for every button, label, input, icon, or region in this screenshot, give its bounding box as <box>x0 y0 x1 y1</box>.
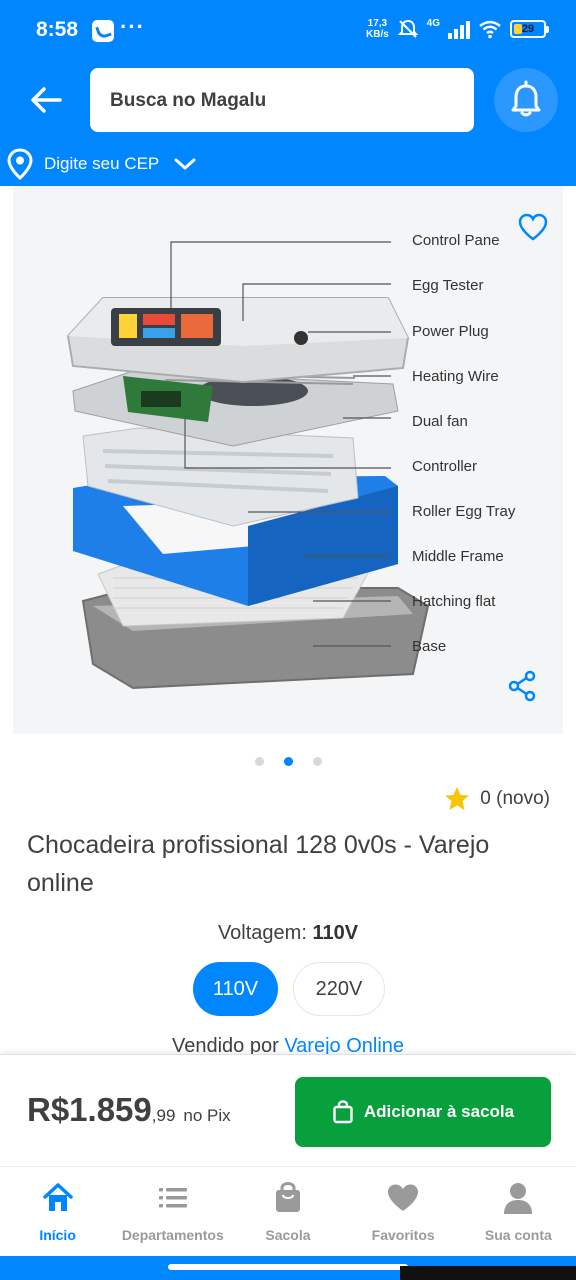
system-bar-overlay <box>400 1266 576 1280</box>
home-icon <box>42 1183 73 1211</box>
diagram-label: Control Pane <box>412 232 500 249</box>
menu-list-icon <box>158 1188 187 1208</box>
star-icon <box>445 787 470 810</box>
diagram-label: Middle Frame <box>412 548 504 565</box>
diagram-label: Controller <box>412 458 478 475</box>
heart-icon <box>388 1184 419 1211</box>
rating-text: 0 (novo) <box>480 788 550 809</box>
home-indicator[interactable] <box>168 1264 408 1270</box>
back-arrow-icon[interactable] <box>22 80 70 120</box>
diagram-label: Hatching flat <box>412 593 496 610</box>
voltage-option-110v[interactable]: 110V <box>193 962 278 1016</box>
diagram-label: Heating Wire <box>412 368 499 385</box>
nav-label: Sacola <box>265 1227 311 1243</box>
status-time: 8:58 <box>36 18 79 41</box>
nav-label: Sua conta <box>484 1227 552 1243</box>
bottom-navigation: Início Departamentos Sacola Favoritos Su… <box>0 1166 576 1256</box>
diagram-label: Power Plug <box>412 323 489 340</box>
product-image-gallery[interactable]: Control Pane Egg Tester Power Plug Heati… <box>13 186 563 734</box>
voltage-selected-value: 110V <box>312 922 359 944</box>
nav-label: Departamentos <box>121 1227 224 1243</box>
nav-item-inicio[interactable]: Início <box>0 1167 115 1257</box>
favorite-heart-icon[interactable] <box>517 212 549 242</box>
battery-icon: 29 <box>510 20 549 38</box>
cep-label: Digite seu CEP <box>44 154 160 173</box>
network-speed-unit: KB/s <box>366 29 389 40</box>
nav-label: Favoritos <box>371 1227 435 1243</box>
network-speed: 17,3 KB/s <box>366 18 389 40</box>
voltage-selector-label: Voltagem: 110V <box>0 922 576 945</box>
voltage-label: Voltagem: <box>217 922 307 944</box>
product-title: Chocadeira profissional 128 0v0s - Varej… <box>27 831 490 897</box>
price-main: R$1.859 <box>27 1091 152 1128</box>
nav-item-favoritos[interactable]: Favoritos <box>346 1167 461 1257</box>
network-speed-value: 17,3 <box>367 18 388 29</box>
user-icon <box>504 1183 533 1214</box>
nav-item-departamentos[interactable]: Departamentos <box>115 1167 230 1257</box>
search-placeholder: Busca no Magalu <box>110 90 267 111</box>
nav-item-sua-conta[interactable]: Sua conta <box>461 1167 576 1257</box>
wifi-icon <box>479 20 501 39</box>
diagram-label: Base <box>412 638 447 655</box>
cep-selector[interactable]: Digite seu CEP <box>6 148 197 180</box>
signal-icon <box>448 19 470 39</box>
diagram-label: Roller Egg Tray <box>412 503 516 520</box>
status-bar: 8:58 ··· 17,3 KB/s 4G 29 <box>0 0 576 62</box>
bag-icon <box>275 1181 300 1212</box>
diagram-label: Dual fan <box>412 413 468 430</box>
product-image <box>66 241 430 690</box>
chevron-down-icon <box>174 158 196 170</box>
notifications-button[interactable] <box>494 68 558 132</box>
diagram-label: Egg Tester <box>412 277 484 294</box>
bell-icon <box>511 80 541 117</box>
nav-label: Início <box>39 1227 76 1243</box>
share-icon[interactable] <box>507 670 537 702</box>
voltage-option-220v[interactable]: 220V <box>293 962 385 1016</box>
app-header: Busca no Magalu Digite seu CEP <box>0 62 576 186</box>
add-to-bag-button[interactable]: Adicionar à sacola <box>295 1077 551 1147</box>
location-pin-icon <box>7 148 33 180</box>
price-cents: ,99 <box>151 1106 176 1125</box>
more-notifications-icon: ··· <box>120 14 145 39</box>
system-gesture-area <box>0 1256 576 1280</box>
network-type: 4G <box>426 18 440 29</box>
mute-icon <box>397 19 419 38</box>
carousel-dot-active[interactable] <box>283 756 293 766</box>
add-to-bag-label: Adicionar à sacola <box>363 1102 515 1121</box>
product-rating[interactable]: 0 (novo) <box>444 786 550 812</box>
price-payment-method: no Pix <box>183 1106 231 1125</box>
call-icon <box>92 20 114 42</box>
search-input[interactable]: Busca no Magalu <box>90 68 474 132</box>
price: R$1.859 ,99 no Pix <box>27 1091 231 1129</box>
carousel-indicator[interactable] <box>0 754 576 768</box>
shopping-bag-icon <box>333 1100 353 1124</box>
purchase-bar: R$1.859 ,99 no Pix Adicionar à sacola <box>0 1054 576 1166</box>
carousel-dot[interactable] <box>254 756 264 766</box>
battery-level: 29 <box>521 23 535 35</box>
carousel-dot[interactable] <box>312 756 322 766</box>
nav-item-sacola[interactable]: Sacola <box>230 1167 345 1257</box>
